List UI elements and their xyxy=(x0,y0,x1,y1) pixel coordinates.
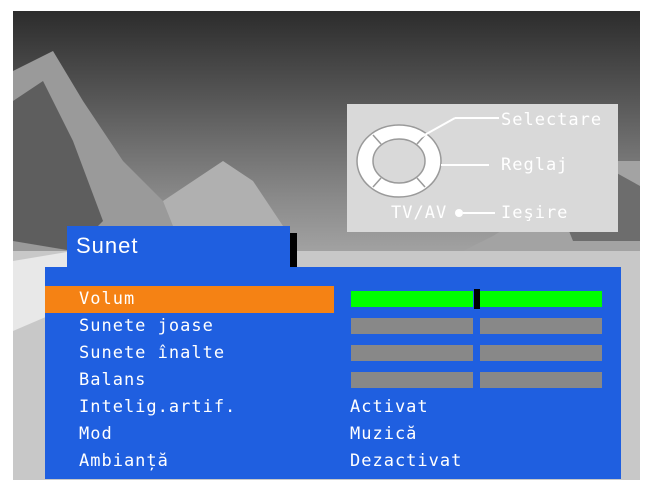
volume-slider-marker[interactable] xyxy=(474,289,480,309)
menu-title-tab: Sunet xyxy=(67,226,290,268)
tv-screen: ∧ ∨ − + Selectare Reglaj TV/AV Ieşire Su… xyxy=(13,11,640,480)
menu-item-label: Balans xyxy=(79,370,147,390)
nav-pad-center-icon xyxy=(372,138,426,184)
menu-item-ai[interactable]: Intelig.artif. xyxy=(45,394,334,421)
tvav-button-icon xyxy=(455,209,463,217)
menu-item-label: Ambianță xyxy=(79,451,169,471)
exit-hint-label: Ieşire xyxy=(501,203,569,223)
adjust-hint-label: Reglaj xyxy=(501,155,569,175)
menu-item-ambience[interactable]: Ambianță xyxy=(45,448,334,475)
menu-item-balance[interactable]: Balans xyxy=(45,367,334,394)
down-arrow-icon: ∨ xyxy=(391,182,402,200)
treble-slider[interactable] xyxy=(351,345,602,361)
volume-slider[interactable] xyxy=(351,289,602,309)
menu-item-volume[interactable]: Volum xyxy=(45,286,334,313)
plus-icon: + xyxy=(429,151,440,169)
menu-item-label: Mod xyxy=(79,424,113,444)
mode-value[interactable]: Muzică xyxy=(350,424,417,444)
menu-item-label: Volum xyxy=(79,289,136,309)
menu-item-mode[interactable]: Mod xyxy=(45,421,334,448)
menu-item-label: Intelig.artif. xyxy=(79,397,237,417)
menu-item-label: Sunete înalte xyxy=(79,343,226,363)
up-arrow-icon: ∧ xyxy=(391,122,402,140)
menu-title: Sunet xyxy=(76,233,139,258)
tvav-hint-label: TV/AV xyxy=(391,203,448,223)
remote-hint-panel: ∧ ∨ − + Selectare Reglaj TV/AV Ieşire xyxy=(347,104,618,232)
minus-icon: − xyxy=(360,151,371,169)
balance-slider[interactable] xyxy=(351,372,602,388)
menu-item-label: Sunete joase xyxy=(79,316,214,336)
menu-item-treble[interactable]: Sunete înalte xyxy=(45,340,334,367)
ai-value[interactable]: Activat xyxy=(350,397,429,417)
sound-menu-panel: Volum Sunete joase Sunete înalte Balans … xyxy=(45,267,621,479)
menu-item-bass[interactable]: Sunete joase xyxy=(45,313,334,340)
bass-slider[interactable] xyxy=(351,318,602,334)
select-hint-label: Selectare xyxy=(501,110,603,130)
ambience-value[interactable]: Dezactivat xyxy=(350,451,462,471)
